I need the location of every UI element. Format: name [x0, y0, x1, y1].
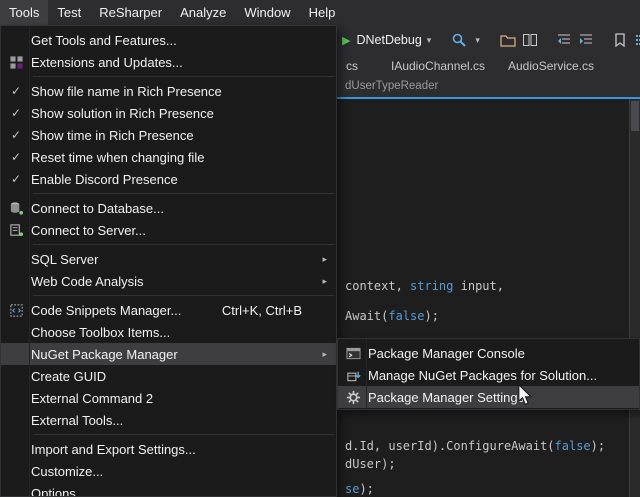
menu-item-extensions-and-updates[interactable]: Extensions and Updates... [1, 51, 336, 73]
menu-item-import-and-export-settings[interactable]: Import and Export Settings... [1, 438, 336, 460]
tab-partial[interactable]: cs [340, 55, 364, 77]
menu-item-enable-discord-presence[interactable]: ✓ Enable Discord Presence [1, 168, 336, 190]
code-segment: input, [453, 279, 504, 293]
menu-item-connect-to-database[interactable]: Connect to Database... [1, 197, 336, 219]
checkmark-icon: ✓ [1, 150, 31, 164]
menubar-item-tools[interactable]: Tools [0, 0, 48, 25]
menu-item-customize[interactable]: Customize... [1, 460, 336, 482]
code-segment: false [388, 309, 424, 323]
database-icon [1, 201, 31, 216]
menu-item-show-time-rich-presence[interactable]: ✓ Show time in Rich Presence [1, 124, 336, 146]
submenu-arrow-icon: ▸ [322, 349, 327, 360]
checkmark-icon: ✓ [1, 128, 31, 142]
snippets-icon [1, 303, 31, 318]
code-segment: false [555, 439, 591, 453]
tab-audioservice[interactable]: AudioService.cs [502, 55, 600, 77]
code-segment: context, [345, 279, 410, 293]
tab-iaudiochannel[interactable]: IAudioChannel.cs [385, 55, 491, 77]
menu-item-show-file-name-rich-presence[interactable]: ✓ Show file name in Rich Presence [1, 80, 336, 102]
menu-separator [33, 193, 334, 194]
chevron-down-icon[interactable]: ▾ [475, 35, 480, 46]
menu-item-show-solution-rich-presence[interactable]: ✓ Show solution in Rich Presence [1, 102, 336, 124]
menu-separator [33, 295, 334, 296]
menu-item-package-manager-settings[interactable]: Package Manager Settings [338, 386, 639, 408]
start-debugging-icon[interactable]: ▶ [342, 34, 350, 47]
vs-window: Tools Test ReSharper Analyze Window Help… [0, 0, 640, 497]
menu-item-options[interactable]: Options... [1, 482, 336, 497]
tools-menu: Get Tools and Features... Extensions and… [0, 25, 337, 497]
code-line: dUser); [345, 457, 396, 471]
console-icon [338, 346, 368, 361]
code-segment: d.Id, userId).ConfigureAwait( [345, 439, 555, 453]
menu-item-connect-to-server[interactable]: Connect to Server... [1, 219, 336, 241]
code-segment: ); [424, 309, 438, 323]
code-line: se); [345, 482, 374, 496]
debug-target-selector[interactable]: DNetDebug [356, 33, 421, 47]
code-segment: ); [591, 439, 605, 453]
code-line: d.Id, userId).ConfigureAwait(false); [345, 439, 605, 453]
task-list-icon[interactable] [634, 32, 640, 49]
packages-icon [338, 368, 368, 383]
menu-item-create-guid[interactable]: Create GUID [1, 365, 336, 387]
chevron-down-icon[interactable]: ▾ [427, 35, 432, 46]
decrease-indent-icon[interactable] [556, 32, 572, 49]
code-segment: string [410, 279, 453, 293]
menu-item-external-command-2[interactable]: External Command 2 [1, 387, 336, 409]
menubar-item-resharper[interactable]: ReSharper [90, 0, 171, 25]
menu-separator [33, 76, 334, 77]
find-in-files-icon[interactable] [451, 32, 467, 49]
menu-item-sql-server[interactable]: SQL Server ▸ [1, 248, 336, 270]
split-columns-icon[interactable] [522, 32, 538, 49]
menu-separator [33, 434, 334, 435]
menubar: Tools Test ReSharper Analyze Window Help [0, 0, 640, 25]
code-segment: ); [359, 482, 373, 496]
bookmark-icon[interactable] [612, 32, 628, 49]
submenu-arrow-icon: ▸ [322, 254, 327, 265]
checkmark-icon: ✓ [1, 84, 31, 98]
menu-separator [33, 244, 334, 245]
checkmark-icon: ✓ [1, 106, 31, 120]
code-segment: Await( [345, 309, 388, 323]
server-icon [1, 223, 31, 238]
code-segment: se [345, 482, 359, 496]
menu-item-nuget-package-manager[interactable]: NuGet Package Manager ▸ [1, 343, 336, 365]
menu-item-choose-toolbox-items[interactable]: Choose Toolbox Items... [1, 321, 336, 343]
open-folder-icon[interactable] [500, 32, 516, 49]
menubar-item-help[interactable]: Help [300, 0, 345, 25]
code-line: Await(false); [345, 309, 439, 323]
mouse-cursor [517, 384, 533, 406]
code-segment: dUser); [345, 457, 396, 471]
menu-item-package-manager-console[interactable]: Package Manager Console [338, 342, 639, 364]
menu-item-manage-nuget-packages-for-solution[interactable]: Manage NuGet Packages for Solution... [338, 364, 639, 386]
navigation-type-name[interactable]: dUserTypeReader [345, 80, 438, 92]
submenu-arrow-icon: ▸ [322, 276, 327, 287]
gear-icon [338, 390, 368, 405]
editor-scrollbar[interactable] [629, 99, 640, 497]
menubar-item-test[interactable]: Test [48, 0, 90, 25]
menu-item-web-code-analysis[interactable]: Web Code Analysis ▸ [1, 270, 336, 292]
menu-item-code-snippets-manager[interactable]: Code Snippets Manager... Ctrl+K, Ctrl+B [1, 299, 336, 321]
menu-item-get-tools-and-features[interactable]: Get Tools and Features... [1, 29, 336, 51]
menu-item-reset-time-when-changing-file[interactable]: ✓ Reset time when changing file [1, 146, 336, 168]
extensions-icon [1, 55, 31, 70]
checkmark-icon: ✓ [1, 172, 31, 186]
increase-indent-icon[interactable] [578, 32, 594, 49]
nuget-submenu: Package Manager Console Manage NuGet Pac… [337, 338, 640, 410]
code-line: context, string input, [345, 279, 504, 293]
menu-shortcut: Ctrl+K, Ctrl+B [222, 303, 302, 318]
scrollbar-thumb[interactable] [631, 101, 639, 131]
menubar-item-window[interactable]: Window [235, 0, 299, 25]
menu-item-external-tools[interactable]: External Tools... [1, 409, 336, 431]
menubar-item-analyze[interactable]: Analyze [171, 0, 235, 25]
